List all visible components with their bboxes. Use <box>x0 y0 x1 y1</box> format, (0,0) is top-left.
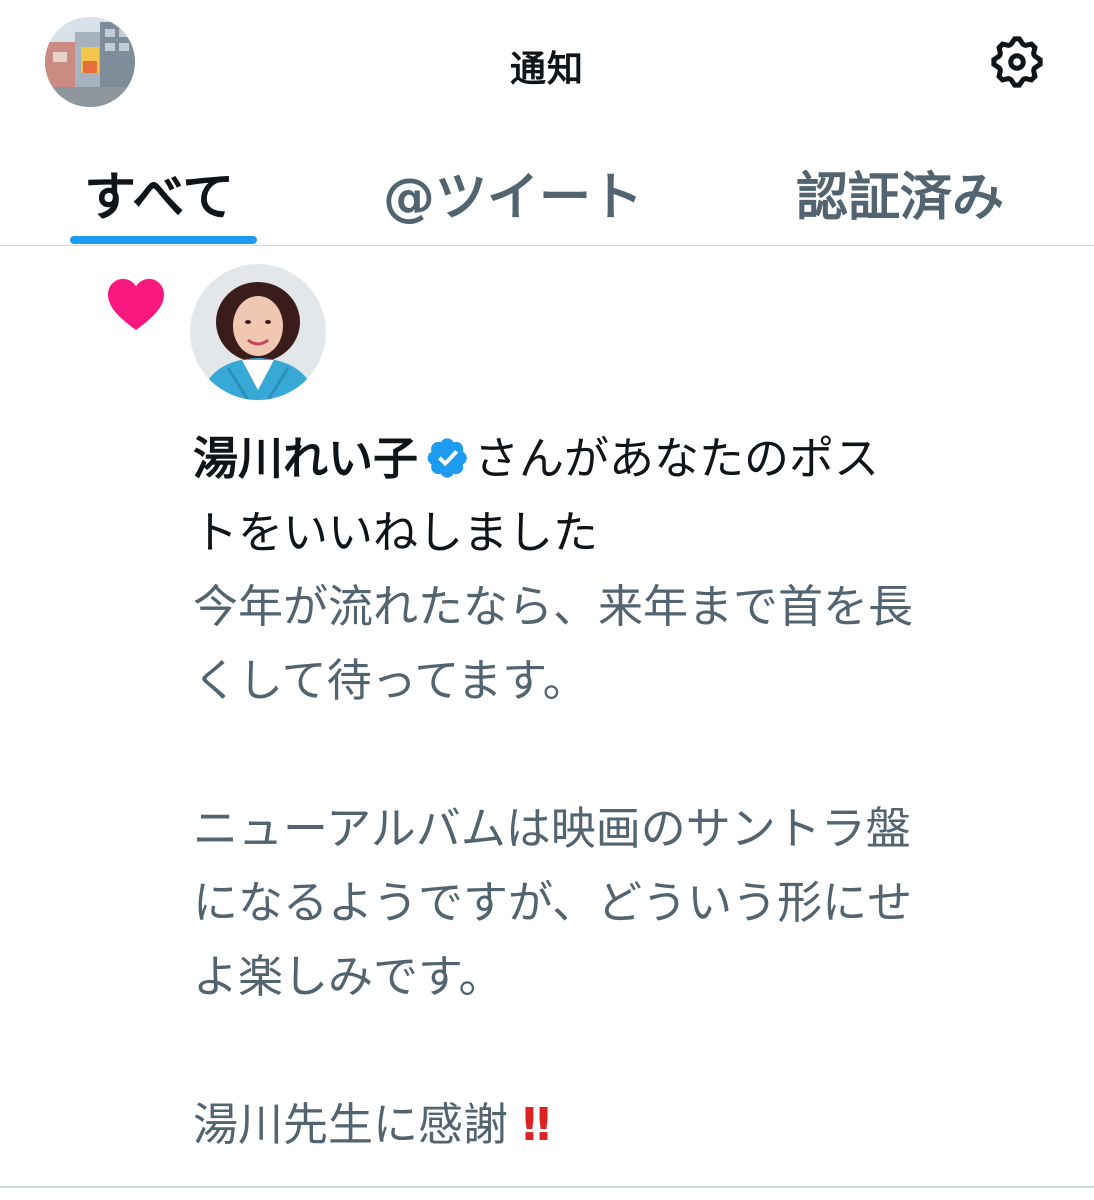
tab-mentions[interactable]: @ツイート <box>383 155 643 230</box>
user-avatar[interactable] <box>190 264 326 400</box>
user-portrait-avatar-icon <box>190 264 326 400</box>
divider <box>0 1186 1094 1188</box>
verified-badge-icon <box>427 438 467 478</box>
tab-all[interactable]: すべて <box>84 155 234 230</box>
tweet-preview-text: 今年が流れたなら、来年まで首を長 くして待ってます。 ニューアルバムは映画のサン… <box>193 580 914 1151</box>
settings-button[interactable] <box>982 27 1052 97</box>
double-exclamation-emoji: ‼ <box>522 1098 550 1151</box>
gear-icon <box>991 36 1043 88</box>
action-text: さんがあなたのポス <box>474 432 880 485</box>
notification-headline: 湯川れい子 さんがあなたのポストをいいねしました <box>193 422 1053 570</box>
notification-tabs: すべて @ツイート 認証済み <box>0 125 1094 246</box>
page-title: 通知 <box>509 49 584 90</box>
tweet-preview: 今年が流れたなら、来年まで首を長 くして待ってます。 ニューアルバムは映画のサン… <box>193 570 1073 1162</box>
active-tab-indicator <box>70 236 257 244</box>
tab-verified[interactable]: 認証済み <box>796 155 1004 230</box>
top-bar: 通知 <box>0 0 1094 125</box>
action-text-continued: トをいいねしました <box>193 506 599 559</box>
like-notification[interactable]: 湯川れい子 さんがあなたのポストをいいねしました 今年が流れたなら、来年まで首を長… <box>0 247 1094 1187</box>
heart-icon <box>108 278 164 330</box>
user-name[interactable]: 湯川れい子 <box>193 432 418 485</box>
